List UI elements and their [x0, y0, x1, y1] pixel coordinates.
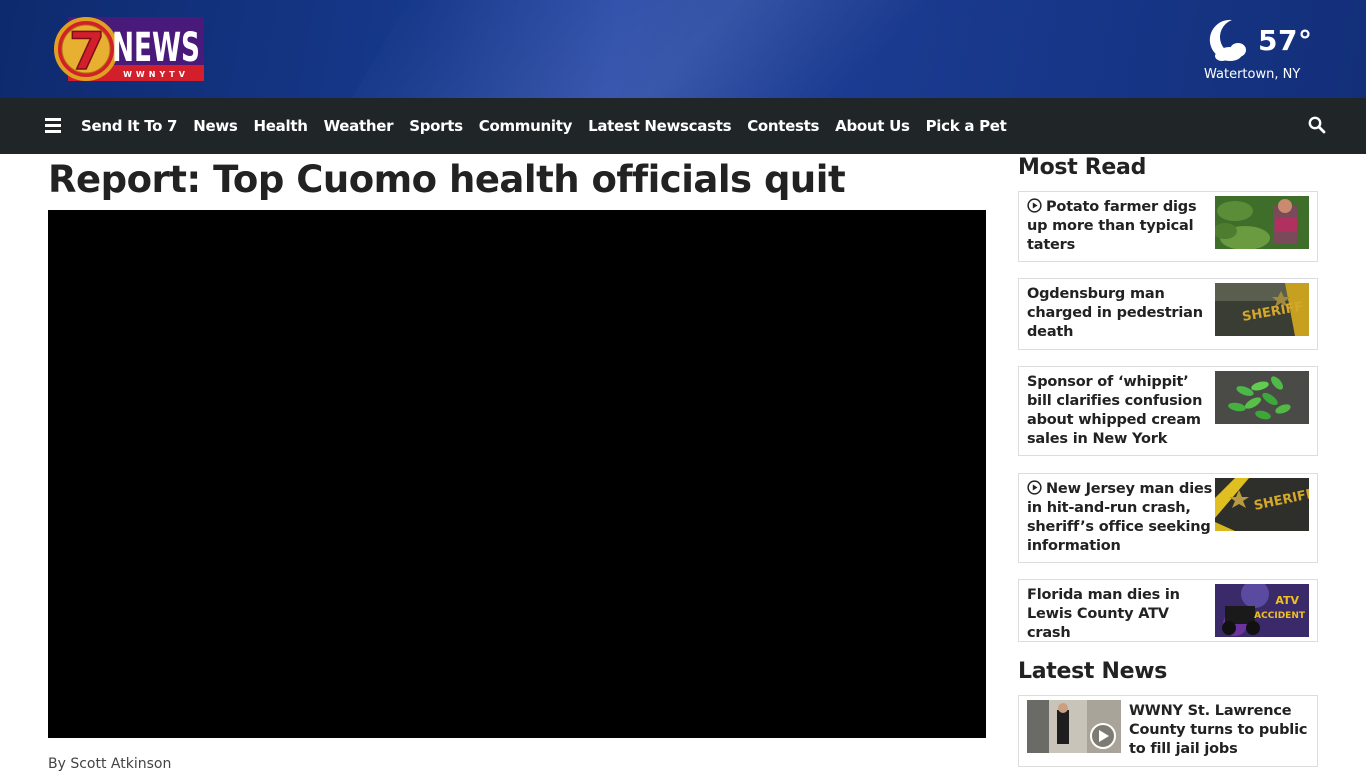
nav-item-send-it-to-7[interactable]: Send It To 7 — [73, 117, 185, 135]
most-read-item[interactable]: Potato farmer digs up more than typical … — [1018, 191, 1318, 262]
nav-item-health[interactable]: Health — [246, 117, 316, 135]
most-read-item-label: Florida man dies in Lewis County ATV cra… — [1027, 587, 1180, 641]
logo-word: NEWS — [112, 25, 200, 71]
nav-item-news[interactable]: News — [185, 117, 245, 135]
most-read-item[interactable]: Sponsor of ‘whippit’ bill clarifies conf… — [1018, 366, 1318, 456]
most-read-item-label: Ogdensburg man charged in pedestrian dea… — [1027, 286, 1203, 340]
most-read-item[interactable]: Florida man dies in Lewis County ATV cra… — [1018, 579, 1318, 642]
logo-graphic: 7 NEWS WWNYTV — [54, 17, 204, 83]
most-read-item-label: Sponsor of ‘whippit’ bill clarifies conf… — [1027, 374, 1203, 447]
most-read-item-text: Potato farmer digs up more than typical … — [1027, 198, 1213, 255]
video-player[interactable] — [48, 210, 986, 738]
nav-item-weather[interactable]: Weather — [316, 117, 402, 135]
most-read-title: Most Read — [1018, 155, 1147, 180]
site-header: 7 NEWS WWNYTV 57° Watertown, NY — [0, 0, 1366, 98]
thumb-label: ACCIDENT — [1254, 611, 1306, 621]
play-circle-icon — [1027, 480, 1042, 495]
logo-number: 7 — [69, 22, 105, 82]
nav-item-pick-a-pet[interactable]: Pick a Pet — [918, 117, 1015, 135]
thumbnail-image: SHERIFF — [1215, 478, 1309, 531]
article-byline: By Scott Atkinson — [48, 756, 172, 772]
thumbnail-image — [1215, 196, 1309, 249]
thumbnail-image: SHERIFF — [1215, 283, 1309, 336]
main-nav: Send It To 7 News Health Weather Sports … — [0, 98, 1366, 154]
nav-item-about-us[interactable]: About Us — [827, 117, 917, 135]
most-read-item[interactable]: Ogdensburg man charged in pedestrian dea… — [1018, 278, 1318, 350]
search-icon[interactable] — [1308, 116, 1326, 134]
thumbnail-image — [1215, 371, 1309, 424]
weather-widget[interactable]: 57° Watertown, NY — [1204, 16, 1314, 86]
nav-item-community[interactable]: Community — [471, 117, 580, 135]
article-headline: Report: Top Cuomo health officials quit — [48, 158, 846, 201]
weather-temperature: 57° — [1258, 24, 1313, 57]
thumbnail-image: ATV ACCIDENT — [1215, 584, 1309, 637]
moon-cloud-icon — [1209, 19, 1246, 61]
latest-news-title: Latest News — [1018, 659, 1168, 684]
most-read-item-text: New Jersey man dies in hit-and-run crash… — [1027, 480, 1213, 556]
nav-item-sports[interactable]: Sports — [401, 117, 471, 135]
weather-location: Watertown, NY — [1204, 67, 1301, 82]
latest-news-item-label: WWNY St. Lawrence County turns to public… — [1129, 703, 1308, 757]
site-logo[interactable]: 7 NEWS WWNYTV — [54, 15, 206, 83]
logo-sub: WWNYTV — [123, 70, 189, 79]
play-circle-icon — [1027, 198, 1042, 213]
nav-item-latest-newscasts[interactable]: Latest Newscasts — [580, 117, 739, 135]
most-read-item[interactable]: New Jersey man dies in hit-and-run crash… — [1018, 473, 1318, 563]
most-read-item-label: New Jersey man dies in hit-and-run crash… — [1027, 481, 1213, 554]
nav-item-contests[interactable]: Contests — [739, 117, 827, 135]
menu-icon[interactable] — [45, 118, 61, 133]
thumbnail-image — [1027, 700, 1121, 753]
most-read-item-label: Potato farmer digs up more than typical … — [1027, 199, 1197, 253]
nav-items: Send It To 7 News Health Weather Sports … — [73, 98, 1015, 154]
thumb-label: ATV — [1275, 594, 1299, 607]
latest-news-item[interactable]: WWNY St. Lawrence County turns to public… — [1018, 695, 1318, 767]
